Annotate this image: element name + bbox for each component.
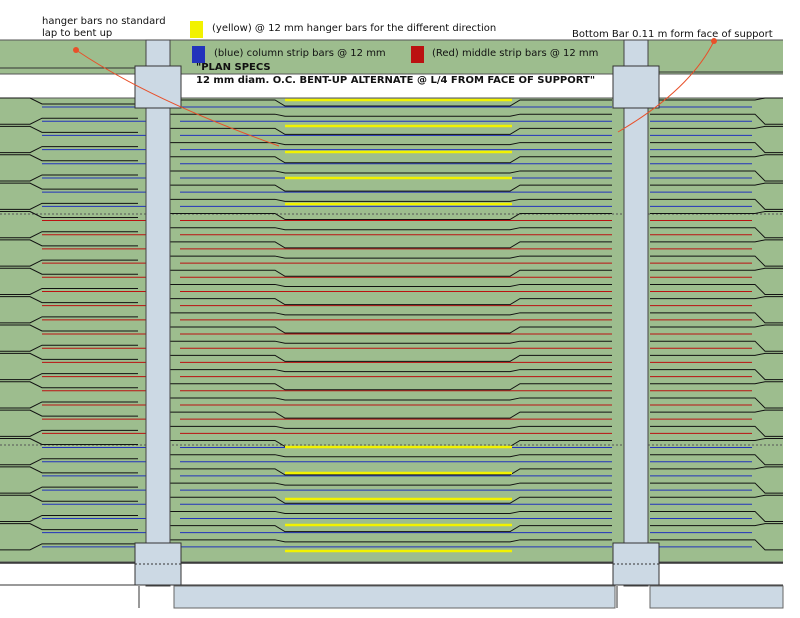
hanger-leader-dot (73, 47, 79, 53)
slab-reinforcement-plan (0, 38, 784, 609)
plan-specs-line: 12 mm diam. O.C. BENT-UP ALTERNATE @ L/4… (196, 75, 596, 86)
bottom-bar-note: Bottom Bar 0.11 m form face of support (572, 29, 773, 40)
top-slab-strip (0, 40, 783, 74)
bottom-beam-right (649, 585, 784, 609)
hanger-note-line1: hanger bars no standard (42, 16, 166, 27)
main-slab-panel (0, 98, 783, 562)
right-column-capital-bottom (612, 542, 660, 586)
legend-blue-label: (blue) column strip bars @ 12 mm (214, 48, 386, 59)
legend-yellow-label: (yellow) @ 12 mm hanger bars for the dif… (212, 23, 497, 34)
legend-red-label: (Red) middle strip bars @ 12 mm (432, 48, 599, 59)
right-column-shaft (623, 39, 649, 587)
plan-specs-title: "PLAN SPECS (196, 62, 271, 73)
legend-yellow-swatch (190, 21, 203, 38)
legend-red-swatch (411, 46, 424, 63)
right-column-capital-top (612, 65, 660, 109)
left-column-shaft (145, 39, 171, 587)
left-column-capital-bottom (134, 542, 182, 586)
left-column-capital-top (134, 65, 182, 109)
bottom-beam-left (173, 585, 616, 609)
legend-blue-swatch (192, 46, 205, 63)
hanger-note-line2: lap to bent up (42, 28, 113, 39)
